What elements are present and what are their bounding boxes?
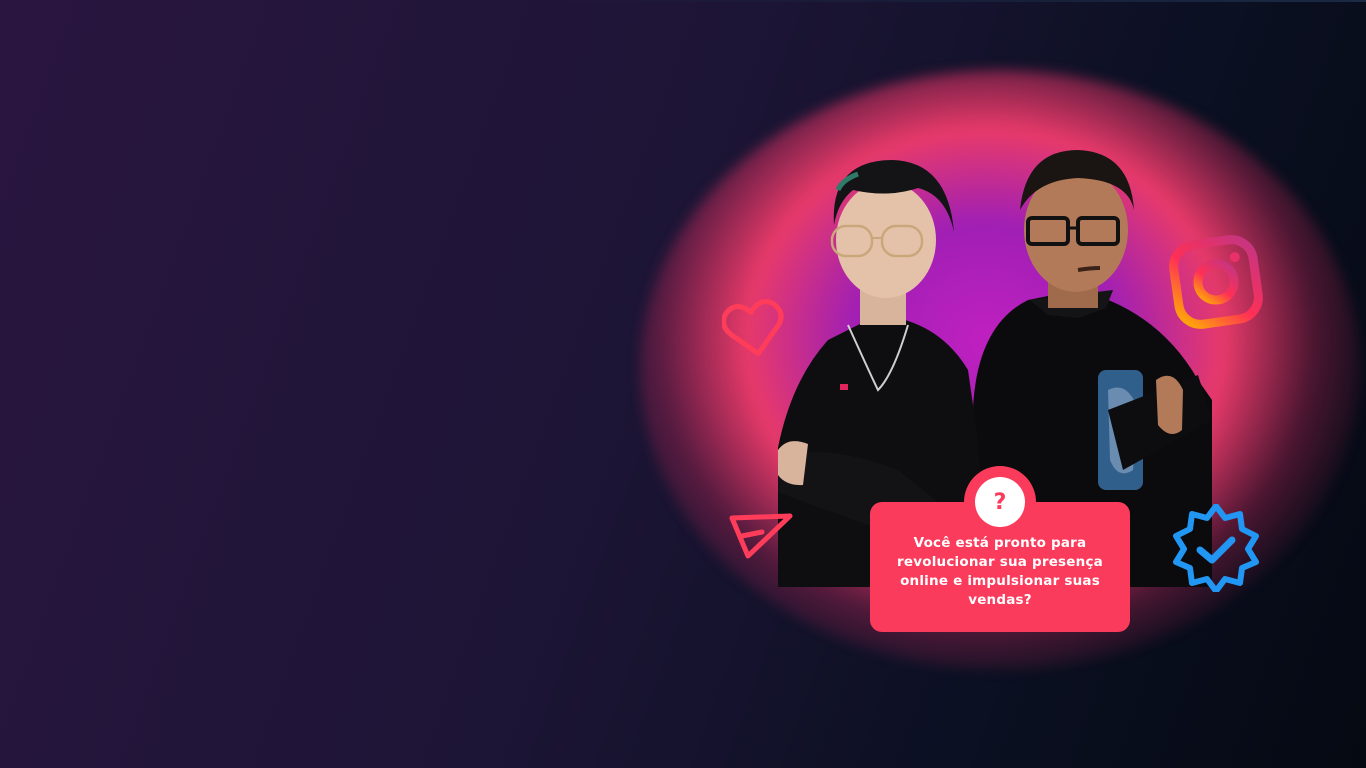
verified-badge-icon (1172, 503, 1260, 594)
heart-icon (720, 298, 786, 360)
question-icon: ? (975, 477, 1025, 527)
instagram-icon (1166, 232, 1266, 332)
callout-text: Você está pronto para revolucionar sua p… (897, 535, 1103, 608)
send-icon (728, 512, 794, 560)
question-mark: ? (993, 489, 1007, 515)
top-border (0, 0, 1366, 2)
